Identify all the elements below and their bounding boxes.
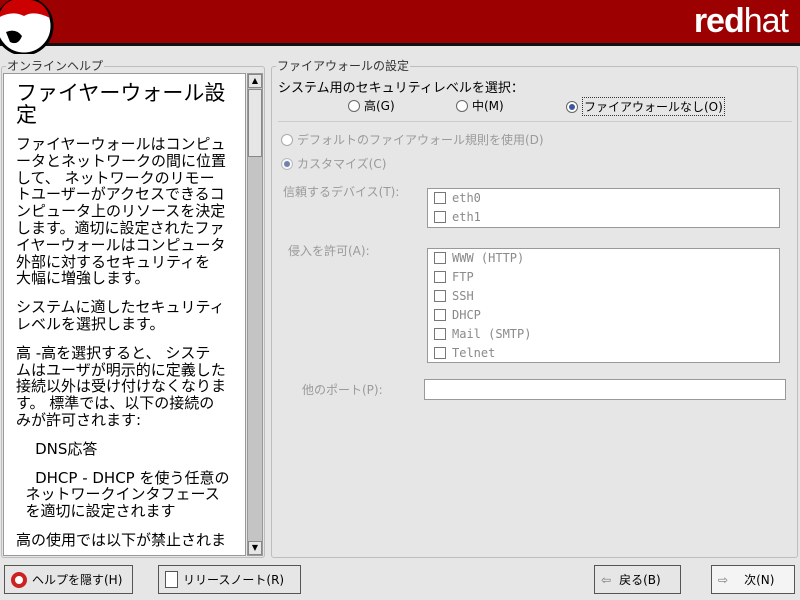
help-title: ファイヤーウォール設定 bbox=[16, 81, 226, 127]
help-scrollbar[interactable]: ▲ ▼ bbox=[247, 73, 263, 556]
checkbox-eth0[interactable]: eth0 bbox=[434, 191, 481, 205]
allow-incoming-label: 侵入を許可(A): bbox=[288, 244, 370, 258]
security-level-prompt: システム用のセキュリティレベルを選択： bbox=[278, 81, 524, 96]
help-paragraph: システムに適したセキュリティ レベルを選択します。 bbox=[16, 298, 225, 333]
radio-no-firewall[interactable]: ファイアウォールなし(O) bbox=[566, 97, 725, 116]
checkbox-ftp[interactable]: FTP bbox=[434, 270, 474, 284]
checkbox-mail[interactable]: Mail (SMTP) bbox=[434, 327, 531, 341]
trusted-devices-list[interactable]: eth0 eth1 bbox=[427, 188, 780, 228]
checkbox-telnet[interactable]: Telnet bbox=[434, 346, 495, 360]
radio-medium[interactable]: 中(M) bbox=[456, 97, 504, 114]
help-paragraph: 高の使用では以下が禁止されま bbox=[16, 530, 227, 549]
document-icon bbox=[165, 571, 178, 588]
radio-selected-icon[interactable] bbox=[281, 157, 293, 170]
checkbox-icon[interactable] bbox=[434, 328, 446, 340]
arrow-right-icon: ⇨ bbox=[718, 572, 729, 587]
scroll-up-arrow-icon[interactable]: ▲ bbox=[248, 74, 262, 88]
hide-help-button[interactable]: ヘルプを隠す(H) bbox=[4, 565, 133, 594]
checkbox-icon[interactable] bbox=[434, 192, 446, 204]
radio-high[interactable]: 高(G) bbox=[348, 97, 395, 114]
radio-customize[interactable]: カスタマイズ(C) bbox=[281, 155, 386, 172]
help-paragraph: DNS応答 bbox=[16, 439, 98, 458]
checkbox-www[interactable]: WWW (HTTP) bbox=[434, 251, 524, 265]
radio-icon[interactable] bbox=[281, 133, 293, 146]
checkbox-icon[interactable] bbox=[434, 309, 446, 321]
scroll-thumb[interactable] bbox=[248, 89, 262, 157]
scroll-down-arrow-icon[interactable]: ▼ bbox=[248, 541, 262, 555]
divider bbox=[278, 121, 792, 122]
radio-icon[interactable] bbox=[456, 99, 468, 112]
redhat-logo: redhat bbox=[693, 2, 789, 40]
arrow-left-icon: ⇦ bbox=[601, 572, 612, 587]
shadowman-logo-icon bbox=[0, 0, 54, 54]
checkbox-icon[interactable] bbox=[434, 211, 446, 223]
firewall-settings-label: ファイアウォールの設定 bbox=[276, 59, 411, 73]
checkbox-dhcp[interactable]: DHCP bbox=[434, 308, 481, 322]
checkbox-ssh[interactable]: SSH bbox=[434, 289, 474, 303]
checkbox-icon[interactable] bbox=[434, 290, 446, 302]
checkbox-icon[interactable] bbox=[434, 271, 446, 283]
help-paragraph: DHCP - DHCP を使う任意の ネットワークインタフェース を適切に設定さ… bbox=[25, 468, 230, 521]
header-banner: redhat bbox=[0, 0, 800, 54]
checkbox-eth1[interactable]: eth1 bbox=[434, 210, 481, 224]
help-text-view: ファイヤーウォール設定 ファイヤーウォールはコンピュ ータとネットワークの間に位… bbox=[3, 73, 246, 556]
next-button[interactable]: ⇨ 次(N) bbox=[711, 565, 795, 594]
radio-default-rules[interactable]: デフォルトのファイアウォール規則を使用(D) bbox=[281, 131, 544, 148]
radio-selected-icon[interactable] bbox=[566, 100, 578, 113]
trusted-devices-label: 信頼するデバイス(T): bbox=[283, 185, 400, 199]
lifebuoy-icon bbox=[11, 571, 27, 588]
help-paragraph: 高 -高を選択すると、 システ ムはユーザが明示的に定義した 接続以外は受け付け… bbox=[16, 343, 227, 429]
online-help-label: オンラインヘルプ bbox=[6, 59, 105, 73]
help-paragraph: ファイヤーウォールはコンピュ ータとネットワークの間に位置 して、 ネットワーク… bbox=[16, 135, 227, 288]
checkbox-icon[interactable] bbox=[434, 347, 446, 359]
checkbox-icon[interactable] bbox=[434, 252, 446, 264]
other-ports-label: 他のポート(P): bbox=[302, 383, 383, 397]
other-ports-input[interactable] bbox=[424, 379, 786, 400]
back-button[interactable]: ⇦ 戻る(B) bbox=[594, 565, 681, 594]
allow-incoming-list[interactable]: WWW (HTTP) FTP SSH DHCP Mail (SMTP) Teln… bbox=[427, 248, 780, 363]
release-notes-button[interactable]: リリースノート(R) bbox=[158, 565, 301, 594]
radio-icon[interactable] bbox=[348, 99, 360, 112]
